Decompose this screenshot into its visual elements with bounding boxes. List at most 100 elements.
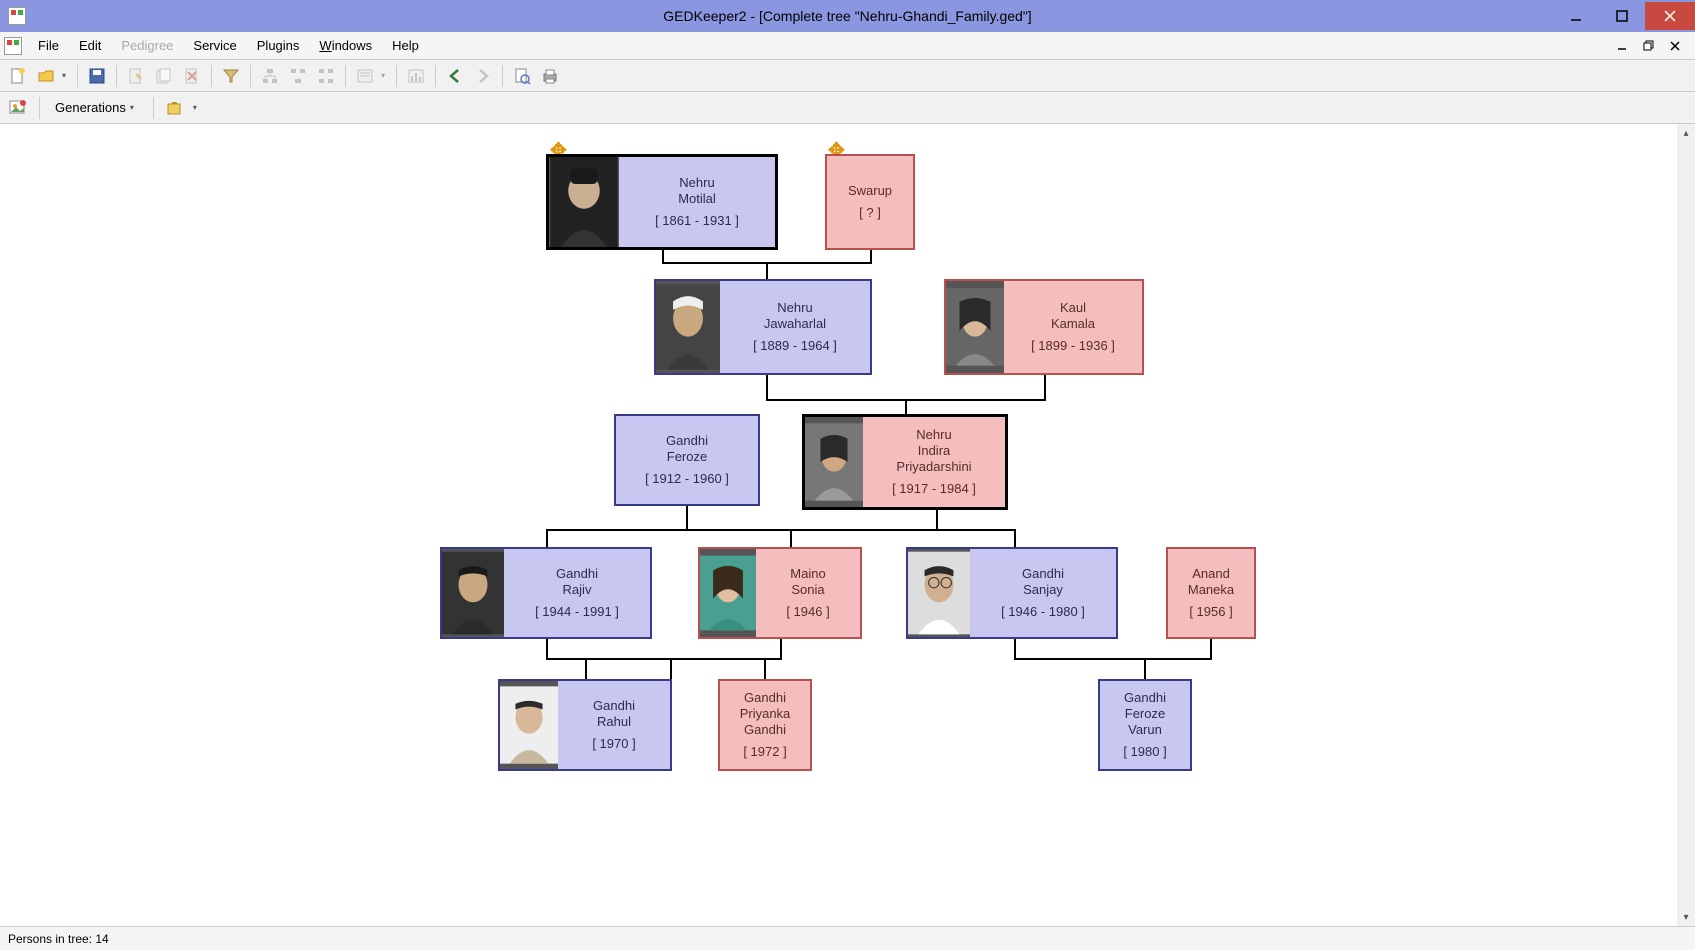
tree-canvas-container: ✥ ✥ Nehru Motilal [ 1861 - 1931 ] Swarup… [0, 124, 1695, 926]
menu-plugins[interactable]: Plugins [247, 34, 310, 57]
app-icon [8, 7, 26, 25]
person-dates: [ 1944 - 1991 ] [535, 604, 619, 620]
stats-icon[interactable] [404, 64, 428, 88]
tree-canvas[interactable]: ✥ ✥ Nehru Motilal [ 1861 - 1931 ] Swarup… [0, 124, 1695, 926]
tree-toolbar: Generations ▾ ▾ [0, 92, 1695, 124]
person-node-rajiv[interactable]: Gandhi Rajiv [ 1944 - 1991 ] [440, 547, 652, 639]
person-surname: Maino [790, 566, 825, 582]
person-photo [908, 549, 970, 637]
person-surname: Swarup [848, 183, 892, 199]
tree-view3-icon[interactable] [314, 64, 338, 88]
edit-record-icon[interactable] [124, 64, 148, 88]
person-dates: [ 1972 ] [743, 744, 786, 760]
duplicate-icon[interactable] [152, 64, 176, 88]
scroll-up-icon[interactable]: ▴ [1677, 124, 1695, 142]
generations-label: Generations [55, 100, 126, 115]
person-node-sonia[interactable]: Maino Sonia [ 1946 ] [698, 547, 862, 639]
person-given-name: Sanjay [1023, 582, 1063, 598]
open-dropdown-icon[interactable]: ▾ [62, 71, 70, 80]
new-file-icon[interactable] [6, 64, 30, 88]
person-node-swarup[interactable]: Swarup [ ? ] [825, 154, 915, 250]
person-surname: Nehru [777, 300, 812, 316]
nav-forward-icon[interactable] [471, 64, 495, 88]
person-dates: [ 1956 ] [1189, 604, 1232, 620]
mdi-close-button[interactable] [1665, 37, 1685, 55]
person-given-name: Maneka [1188, 582, 1234, 598]
person-node-varun[interactable]: Gandhi Feroze Varun [ 1980 ] [1098, 679, 1192, 771]
pedigree-icon[interactable] [353, 64, 377, 88]
person-dates: [ 1889 - 1964 ] [753, 338, 837, 354]
menu-help[interactable]: Help [382, 34, 429, 57]
person-node-kamala[interactable]: Kaul Kamala [ 1899 - 1936 ] [944, 279, 1144, 375]
minimize-button[interactable] [1553, 2, 1599, 30]
person-photo [656, 281, 720, 373]
menubar: File Edit Pedigree Service Plugins Windo… [0, 32, 1695, 60]
tree-view2-icon[interactable] [286, 64, 310, 88]
mdi-restore-button[interactable] [1639, 37, 1659, 55]
menu-file[interactable]: File [28, 34, 69, 57]
chevron-down-icon: ▾ [130, 103, 138, 112]
person-node-feroze[interactable]: Gandhi Feroze [ 1912 - 1960 ] [614, 414, 760, 506]
mdi-minimize-button[interactable] [1613, 37, 1633, 55]
open-file-icon[interactable] [34, 64, 58, 88]
image-save-icon[interactable] [6, 96, 30, 120]
person-surname: Gandhi [1124, 690, 1166, 706]
document-icon [4, 37, 22, 55]
delete-icon[interactable] [180, 64, 204, 88]
person-node-jawaharlal[interactable]: Nehru Jawaharlal [ 1889 - 1964 ] [654, 279, 872, 375]
person-given-name: Rahul [597, 714, 631, 730]
maximize-button[interactable] [1599, 2, 1645, 30]
person-surname: Anand [1192, 566, 1230, 582]
pedigree-dropdown-icon[interactable]: ▾ [381, 71, 389, 80]
save-icon[interactable] [85, 64, 109, 88]
person-given-name: Motilal [678, 191, 716, 207]
person-given-name: Kamala [1051, 316, 1095, 332]
options-dropdown-icon[interactable]: ▾ [193, 103, 201, 112]
nav-back-icon[interactable] [443, 64, 467, 88]
main-toolbar: ▾ ▾ [0, 60, 1695, 92]
person-node-sanjay[interactable]: Gandhi Sanjay [ 1946 - 1980 ] [906, 547, 1118, 639]
person-given-name: Priyanka [740, 706, 791, 722]
person-surname: Kaul [1060, 300, 1086, 316]
person-photo [549, 157, 619, 247]
menu-service[interactable]: Service [183, 34, 246, 57]
person-dates: [ 1899 - 1936 ] [1031, 338, 1115, 354]
menu-pedigree: Pedigree [111, 34, 183, 57]
person-middle-name: Gandhi [744, 722, 786, 738]
close-button[interactable] [1645, 2, 1695, 30]
person-surname: Gandhi [744, 690, 786, 706]
window-title: GEDKeeper2 - [Complete tree "Nehru-Ghand… [663, 8, 1031, 24]
person-surname: Gandhi [666, 433, 708, 449]
person-photo [442, 549, 504, 637]
person-surname: Gandhi [593, 698, 635, 714]
person-node-motilal[interactable]: Nehru Motilal [ 1861 - 1931 ] [546, 154, 778, 250]
person-given-name: Rajiv [563, 582, 592, 598]
person-dates: [ 1946 - 1980 ] [1001, 604, 1085, 620]
generations-dropdown[interactable]: Generations ▾ [49, 98, 144, 117]
person-dates: [ ? ] [859, 205, 881, 221]
person-node-indira[interactable]: Nehru Indira Priyadarshini [ 1917 - 1984… [802, 414, 1008, 510]
person-node-priyanka[interactable]: Gandhi Priyanka Gandhi [ 1972 ] [718, 679, 812, 771]
person-given-name: Feroze [667, 449, 707, 465]
tree-view1-icon[interactable] [258, 64, 282, 88]
person-middle-name: Priyadarshini [896, 459, 971, 475]
print-icon[interactable] [538, 64, 562, 88]
person-given-name: Jawaharlal [764, 316, 826, 332]
person-surname: Nehru [679, 175, 714, 191]
person-given-name: Sonia [791, 582, 824, 598]
options-icon[interactable] [163, 96, 187, 120]
person-dates: [ 1861 - 1931 ] [655, 213, 739, 229]
menu-windows[interactable]: Windows [309, 34, 382, 57]
person-given-name: Indira [918, 443, 951, 459]
status-text: Persons in tree: 14 [8, 932, 109, 946]
person-dates: [ 1917 - 1984 ] [892, 481, 976, 497]
statusbar: Persons in tree: 14 [0, 926, 1695, 950]
person-node-maneka[interactable]: Anand Maneka [ 1956 ] [1166, 547, 1256, 639]
person-node-rahul[interactable]: Gandhi Rahul [ 1970 ] [498, 679, 672, 771]
vertical-scrollbar[interactable]: ▴ ▾ [1677, 124, 1695, 926]
print-preview-icon[interactable] [510, 64, 534, 88]
menu-edit[interactable]: Edit [69, 34, 111, 57]
person-dates: [ 1970 ] [592, 736, 635, 752]
filter-icon[interactable] [219, 64, 243, 88]
scroll-down-icon[interactable]: ▾ [1677, 908, 1695, 926]
